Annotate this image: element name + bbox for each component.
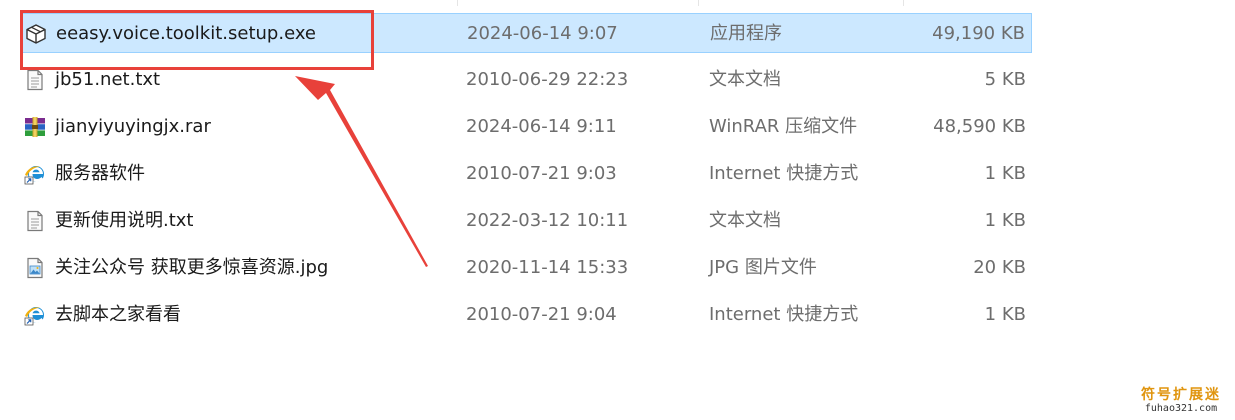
file-size: 20 KB <box>973 257 1026 278</box>
file-type: 文本文档 <box>709 69 781 90</box>
file-size: 49,190 KB <box>932 23 1025 44</box>
file-type: Internet 快捷方式 <box>709 163 859 184</box>
file-name: 服务器软件 <box>55 163 145 184</box>
file-date: 2010-07-21 9:04 <box>466 304 617 325</box>
file-row[interactable]: 更新使用说明.txt 2022-03-12 10:11 文本文档 1 KB <box>20 201 1032 241</box>
file-date: 2010-06-29 22:23 <box>466 69 629 90</box>
column-divider[interactable] <box>457 0 458 6</box>
file-size: 1 KB <box>984 163 1026 184</box>
file-type: 文本文档 <box>709 210 781 231</box>
column-divider[interactable] <box>698 0 699 6</box>
file-type: Internet 快捷方式 <box>709 304 859 325</box>
file-row[interactable]: jianyiyuyingjx.rar 2024-06-14 9:11 WinRA… <box>20 107 1032 147</box>
file-name: 去脚本之家看看 <box>55 304 181 325</box>
watermark-site: fuhao321.com <box>1144 403 1218 414</box>
file-name: jianyiyuyingjx.rar <box>55 116 211 137</box>
file-size: 1 KB <box>984 304 1026 325</box>
image-file-icon <box>24 257 46 279</box>
internet-shortcut-icon <box>24 163 46 185</box>
file-type: 应用程序 <box>710 23 782 44</box>
text-file-icon <box>24 210 46 232</box>
file-row[interactable]: 服务器软件 2010-07-21 9:03 Internet 快捷方式 1 KB <box>20 154 1032 194</box>
file-name: 更新使用说明.txt <box>55 210 194 231</box>
file-list-pane: eeasy.voice.toolkit.setup.exe 2024-06-14… <box>0 0 1235 420</box>
file-date: 2020-11-14 15:33 <box>466 257 629 278</box>
text-file-icon <box>24 69 46 91</box>
file-type: WinRAR 压缩文件 <box>709 116 858 137</box>
file-date: 2022-03-12 10:11 <box>466 210 629 231</box>
winrar-archive-icon <box>24 116 46 138</box>
file-row[interactable]: 去脚本之家看看 2010-07-21 9:04 Internet 快捷方式 1 … <box>20 295 1032 335</box>
file-date: 2010-07-21 9:03 <box>466 163 617 184</box>
file-size: 5 KB <box>984 69 1026 90</box>
watermark: 符号扩展迷 fuhao321.com <box>1141 388 1221 414</box>
file-type: JPG 图片文件 <box>709 257 817 278</box>
watermark-title: 符号扩展迷 <box>1141 387 1221 403</box>
internet-shortcut-icon <box>24 304 46 326</box>
file-row[interactable]: 关注公众号 获取更多惊喜资源.jpg 2020-11-14 15:33 JPG … <box>20 248 1032 288</box>
file-name: 关注公众号 获取更多惊喜资源.jpg <box>55 257 329 278</box>
highlight-box <box>20 10 374 70</box>
file-date: 2024-06-14 9:07 <box>467 23 618 44</box>
file-size: 48,590 KB <box>933 116 1026 137</box>
file-date: 2024-06-14 9:11 <box>466 116 617 137</box>
file-size: 1 KB <box>984 210 1026 231</box>
column-divider[interactable] <box>903 0 904 6</box>
